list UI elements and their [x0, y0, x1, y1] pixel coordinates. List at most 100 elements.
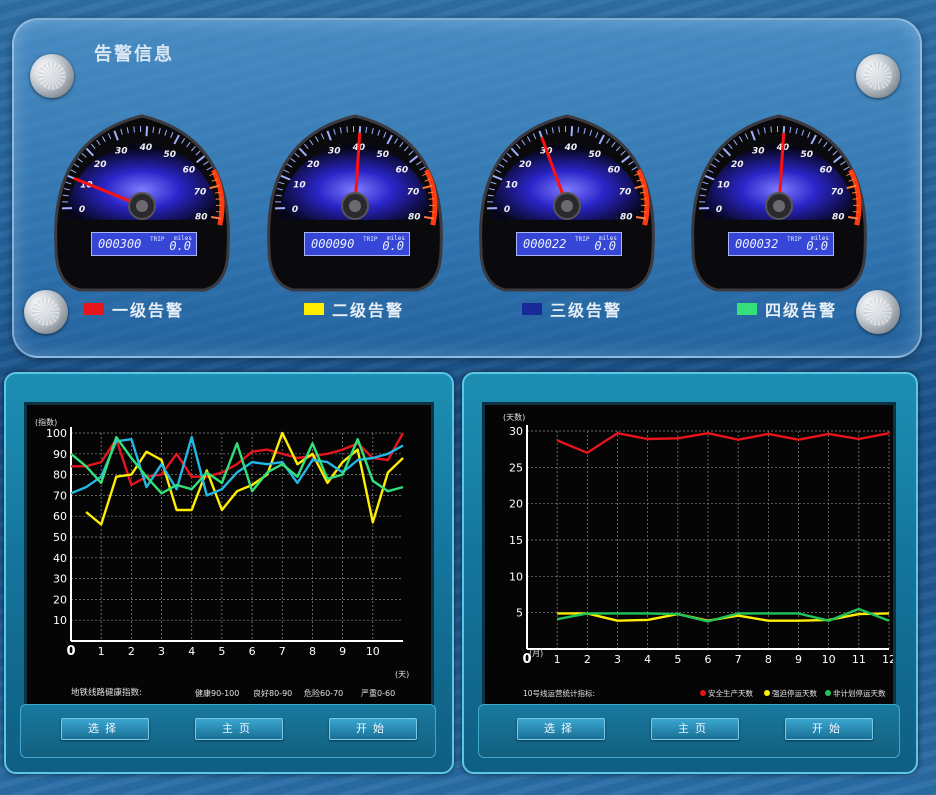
gauge-hub-cap [349, 200, 361, 212]
odometer-value: 000300 [98, 237, 142, 251]
gauge-tick-label: 80 [832, 212, 845, 222]
range-good: 良好80-90 [253, 688, 292, 698]
x-axis-label: (月) [529, 649, 543, 658]
chart-tick-labels: 0 1 2 3 4 5 6 7 8 9 10 10 20 30 40 50 60 70 80 90 100 [46, 427, 380, 659]
legend-marker [825, 690, 831, 696]
gauge-tick-label: 20 [519, 160, 532, 170]
x-tick-label: 2 [128, 645, 135, 658]
y-tick-label: 80 [53, 469, 67, 482]
legend-swatch [737, 303, 757, 315]
x-tick-label: 7 [735, 653, 742, 666]
legend-swatch [84, 303, 104, 315]
x-tick-label: 1 [554, 653, 561, 666]
x-tick-label: 4 [644, 653, 651, 666]
gauge-tick-label: 30 [752, 147, 765, 157]
trip-label: TRIP [150, 236, 165, 243]
trip-label: TRIP [787, 236, 802, 243]
right-panel-toolbar: 选择 主页 开始 [478, 704, 900, 758]
legend-swatch [522, 303, 542, 315]
screw-icon [30, 54, 74, 98]
gauge-tick-label: 60 [820, 166, 833, 176]
gauge-tick-label: 30 [328, 147, 341, 157]
x-tick-label: 4 [188, 645, 195, 658]
y-tick-label: 5 [516, 607, 523, 620]
health-index-chart: 0 1 2 3 4 5 6 7 8 9 10 10 20 30 40 50 60 70 80 90 100 (指数) (… [35, 417, 409, 698]
chart-series [70, 431, 405, 526]
alarm-panel: 告警信息 0 10 20 30 40 50 60 70 80 000300 TRIP miles… [12, 18, 922, 358]
gauge-level-3: 01020304050607080 000022 TRIP miles 0.0 [469, 98, 665, 293]
gauge-tick-label: 70 [407, 188, 420, 198]
odometer-value: 000090 [311, 237, 355, 251]
gauge-tick-label: 20 [94, 160, 107, 170]
gauge-tick-label: 40 [139, 143, 153, 153]
range-healthy: 健康90-100 [195, 688, 239, 698]
gauge-tick-label: 0 [716, 205, 722, 215]
x-tick-label: 9 [795, 653, 802, 666]
trip-value: 0.0 [806, 239, 828, 253]
x-axis-label: (天) [395, 670, 409, 679]
gauge-tick [145, 126, 149, 137]
gauge-tick-label: 50 [376, 150, 389, 160]
legend-level-1: 一级告警 [84, 297, 184, 321]
screw-icon [856, 54, 900, 98]
gauge-level-2: 01020304050607080 000090 TRIP miles 0.0 [257, 98, 453, 293]
odometer-display: 000032 TRIP miles 0.0 [728, 232, 834, 256]
odometer-display: 000300 TRIP miles 0.0 [91, 232, 197, 256]
select-button[interactable]: 选择 [517, 718, 605, 740]
x-tick-label: 2 [584, 653, 591, 666]
y-tick-label: 25 [509, 461, 523, 474]
operation-stats-panel: 0 1 2 3 4 5 6 7 8 9 10 11 12 5 10 15 20 25 30 (天数) (月) 10号… [462, 372, 918, 774]
y-tick-label: 60 [53, 510, 67, 523]
gauge-hub-cap [561, 200, 573, 212]
x-tick-label: 5 [674, 653, 681, 666]
gauge-dial: 01020304050607080 [54, 114, 230, 292]
legend-label: 一级告警 [112, 301, 185, 320]
gauge-tick-label: 10 [293, 180, 306, 190]
gauge-tick-label: 0 [292, 205, 298, 215]
legend-label: 三级告警 [550, 301, 623, 320]
left-panel-toolbar: 选择 主页 开始 [20, 704, 436, 758]
odometer-value: 000032 [735, 237, 779, 251]
gauge-tick-label: 60 [608, 166, 621, 176]
y-axis-label: (天数) [503, 412, 525, 422]
gauge-level-4: 01020304050607080 000032 TRIP miles 0.0 [681, 98, 877, 293]
home-button[interactable]: 主页 [651, 718, 739, 740]
gauge-tick-label: 0 [79, 205, 85, 215]
home-button[interactable]: 主页 [195, 718, 283, 740]
x-tick-label: 1 [98, 645, 105, 658]
chart-footer-label: 地铁线路健康指数: [71, 687, 142, 698]
y-tick-label: 30 [53, 573, 67, 586]
gauge-tick-label: 70 [619, 188, 632, 198]
odometer-value: 000022 [523, 237, 567, 251]
gauge-tick-label: 20 [307, 160, 320, 170]
legend-label: 强迫停运天数 [772, 688, 817, 698]
start-button[interactable]: 开始 [329, 718, 417, 740]
gauge-tick-label: 0 [504, 205, 510, 215]
trip-value: 0.0 [169, 239, 191, 253]
y-tick-label: 10 [53, 614, 67, 627]
legend-level-3: 三级告警 [522, 297, 622, 321]
x-tick-label: 8 [309, 645, 316, 658]
x-tick-label: 6 [249, 645, 256, 658]
gauge-dial: 01020304050607080 [267, 114, 443, 292]
gauge-tick [640, 198, 647, 200]
select-button[interactable]: 选择 [61, 718, 149, 740]
legend-label: 四级告警 [765, 301, 838, 320]
health-chart-screen: 0 1 2 3 4 5 6 7 8 9 10 10 20 30 40 50 60 70 80 90 100 (指数) (… [24, 402, 434, 708]
start-button[interactable]: 开始 [785, 718, 873, 740]
gauge-level-1: 0 10 20 30 40 50 60 70 80 000300 TRIP miles 0.0 [44, 98, 240, 293]
x-tick-label: 3 [158, 645, 165, 658]
gauge-tick-label: 80 [620, 212, 633, 222]
alarm-panel-title: 告警信息 [94, 44, 174, 65]
range-severe: 严重0-60 [361, 688, 395, 698]
legend-marker [764, 690, 770, 696]
x-tick-label: 9 [339, 645, 346, 658]
gauge-tick-label: 30 [115, 147, 128, 157]
gauge-dial: 01020304050607080 [479, 114, 655, 292]
gauge-tick-label: 40 [564, 143, 578, 153]
chart-footer-label: 10号线运营统计指标: [523, 688, 595, 698]
chart-grid [70, 427, 403, 642]
trip-label: TRIP [363, 236, 378, 243]
gauge-tick [133, 126, 135, 133]
y-tick-label: 90 [53, 448, 67, 461]
